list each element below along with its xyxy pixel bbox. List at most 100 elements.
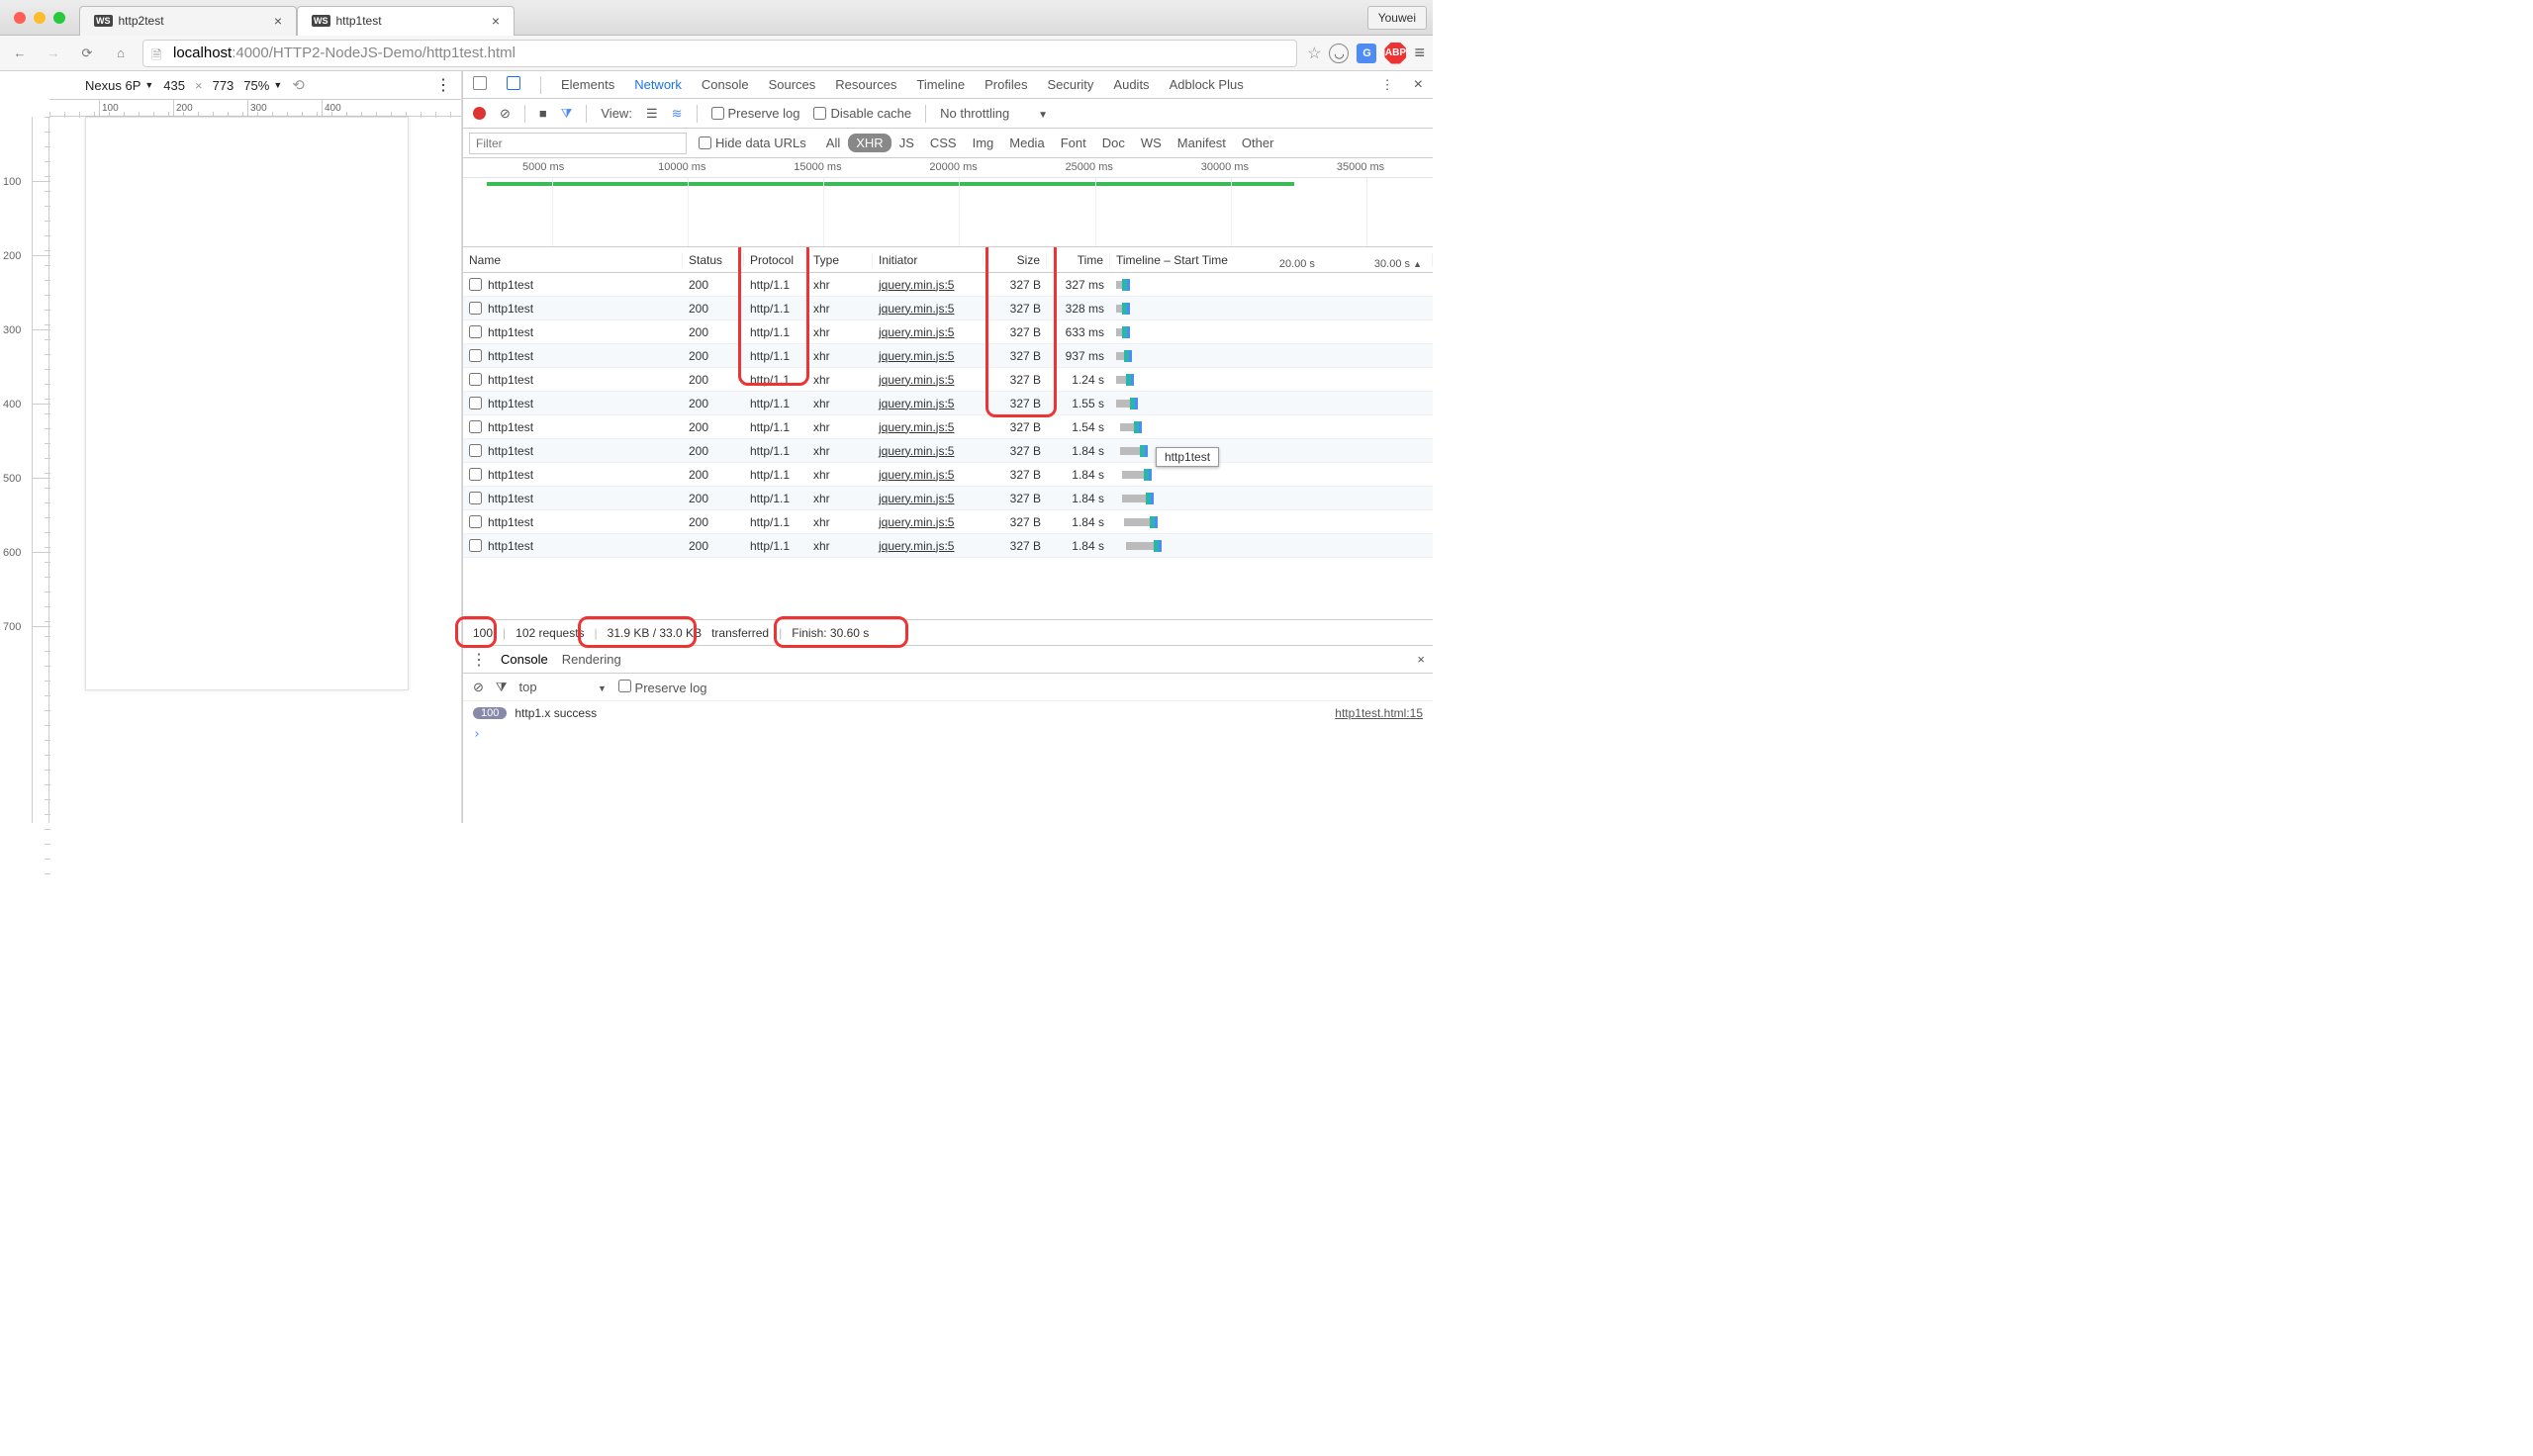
row-checkbox[interactable]	[469, 397, 482, 410]
row-checkbox[interactable]	[469, 373, 482, 386]
clear-console-icon[interactable]: ⊘	[473, 680, 484, 695]
console-log-line[interactable]: 100 http1.x success http1test.html:15	[463, 701, 1433, 725]
row-checkbox[interactable]	[469, 349, 482, 362]
row-checkbox[interactable]	[469, 468, 482, 481]
network-request-row[interactable]: http1test200http/1.1xhrjquery.min.js:532…	[463, 320, 1433, 344]
preserve-log-checkbox[interactable]: Preserve log	[711, 106, 800, 121]
devtools-tab-network[interactable]: Network	[634, 77, 682, 92]
log-source-link[interactable]: http1test.html:15	[1335, 706, 1423, 720]
devtools-tab-timeline[interactable]: Timeline	[916, 77, 965, 92]
device-select[interactable]: Nexus 6P ▼	[85, 78, 153, 93]
network-request-row[interactable]: http1test200http/1.1xhrjquery.min.js:532…	[463, 273, 1433, 297]
timeline-overview[interactable]: 5000 ms10000 ms15000 ms20000 ms25000 ms3…	[463, 158, 1433, 247]
reload-button[interactable]: ⟳	[75, 42, 99, 65]
forward-button[interactable]: →	[42, 42, 65, 65]
column-time[interactable]: Time	[1047, 253, 1110, 267]
devtools-tab-audits[interactable]: Audits	[1113, 77, 1149, 92]
disable-cache-checkbox[interactable]: Disable cache	[813, 106, 911, 121]
network-request-row[interactable]: http1test200http/1.1xhrjquery.min.js:532…	[463, 510, 1433, 534]
request-initiator[interactable]: jquery.min.js:5	[873, 515, 984, 529]
request-initiator[interactable]: jquery.min.js:5	[873, 278, 984, 292]
filter-type-manifest[interactable]: Manifest	[1170, 134, 1234, 152]
filter-type-xhr[interactable]: XHR	[848, 134, 891, 152]
filter-type-all[interactable]: All	[818, 134, 848, 152]
devtools-tab-profiles[interactable]: Profiles	[985, 77, 1027, 92]
filter-type-ws[interactable]: WS	[1133, 134, 1170, 152]
zoom-select[interactable]: 75% ▼	[243, 78, 282, 93]
request-initiator[interactable]: jquery.min.js:5	[873, 492, 984, 505]
view-list-icon[interactable]: ☰	[646, 106, 658, 122]
back-button[interactable]: ←	[8, 42, 32, 65]
request-initiator[interactable]: jquery.min.js:5	[873, 444, 984, 458]
network-request-row[interactable]: http1test200http/1.1xhrjquery.min.js:532…	[463, 534, 1433, 558]
request-initiator[interactable]: jquery.min.js:5	[873, 397, 984, 410]
request-initiator[interactable]: jquery.min.js:5	[873, 302, 984, 316]
console-filter-icon[interactable]: ⧩	[496, 680, 508, 695]
request-initiator[interactable]: jquery.min.js:5	[873, 420, 984, 434]
devtools-tab-security[interactable]: Security	[1047, 77, 1093, 92]
dock-menu-icon[interactable]: ⋮	[471, 650, 487, 670]
row-checkbox[interactable]	[469, 444, 482, 457]
url-input[interactable]: 🗎 localhost:4000/HTTP2-NodeJS-Demo/http1…	[142, 40, 1297, 67]
request-initiator[interactable]: jquery.min.js:5	[873, 468, 984, 482]
network-request-row[interactable]: http1test200http/1.1xhrjquery.min.js:532…	[463, 297, 1433, 320]
console-preserve-log-checkbox[interactable]: Preserve log	[618, 680, 707, 695]
row-checkbox[interactable]	[469, 515, 482, 528]
home-button[interactable]: ⌂	[109, 42, 133, 65]
close-tab-icon[interactable]: ×	[274, 13, 282, 29]
row-checkbox[interactable]	[469, 539, 482, 552]
filter-type-other[interactable]: Other	[1234, 134, 1282, 152]
rendering-tab[interactable]: Rendering	[562, 652, 621, 667]
view-waterfall-icon[interactable]: ≋	[672, 106, 683, 122]
profile-button[interactable]: Youwei	[1367, 6, 1427, 30]
column-size[interactable]: Size	[984, 253, 1047, 267]
filter-type-media[interactable]: Media	[1001, 134, 1052, 152]
request-initiator[interactable]: jquery.min.js:5	[873, 539, 984, 553]
browser-tab-http1test[interactable]: WS http1test ×	[297, 6, 515, 36]
network-request-row[interactable]: http1test200http/1.1xhrjquery.min.js:532…	[463, 415, 1433, 439]
record-icon[interactable]	[473, 107, 486, 120]
inspect-element-icon[interactable]	[473, 76, 487, 93]
row-checkbox[interactable]	[469, 420, 482, 433]
row-checkbox[interactable]	[469, 302, 482, 315]
filter-type-css[interactable]: CSS	[922, 134, 965, 152]
column-protocol[interactable]: Protocol	[744, 253, 807, 267]
emulated-viewport[interactable]	[85, 117, 409, 690]
network-request-row[interactable]: http1test200http/1.1xhrjquery.min.js:532…	[463, 344, 1433, 368]
devtools-tab-adblock-plus[interactable]: Adblock Plus	[1170, 77, 1244, 92]
row-checkbox[interactable]	[469, 492, 482, 504]
request-initiator[interactable]: jquery.min.js:5	[873, 349, 984, 363]
console-tab[interactable]: Console	[501, 652, 548, 667]
filter-icon[interactable]: ⧩	[561, 106, 573, 122]
bookmark-star-icon[interactable]: ☆	[1307, 44, 1321, 63]
device-menu-icon[interactable]: ⋮	[435, 75, 451, 95]
browser-menu-icon[interactable]: ≡	[1414, 43, 1425, 63]
device-mode-icon[interactable]	[507, 76, 520, 93]
column-timeline[interactable]: Timeline – Start Time 20.00 s 30.00 s ▲	[1110, 253, 1433, 267]
row-checkbox[interactable]	[469, 325, 482, 338]
minimize-window-icon[interactable]	[34, 12, 46, 24]
column-type[interactable]: Type	[807, 253, 873, 267]
console-prompt[interactable]: ›	[463, 725, 1433, 744]
filter-input[interactable]	[469, 133, 687, 154]
maximize-window-icon[interactable]	[53, 12, 65, 24]
request-initiator[interactable]: jquery.min.js:5	[873, 325, 984, 339]
browser-tab-http2test[interactable]: WS http2test ×	[79, 6, 297, 36]
network-request-row[interactable]: http1test200http/1.1xhrjquery.min.js:532…	[463, 392, 1433, 415]
adblock-extension-icon[interactable]: ABP	[1384, 43, 1406, 64]
close-console-dock-icon[interactable]: ×	[1417, 652, 1425, 667]
devtools-menu-icon[interactable]: ⋮	[1381, 77, 1394, 93]
hide-data-urls-checkbox[interactable]: Hide data URLs	[699, 136, 806, 150]
filter-type-js[interactable]: JS	[891, 134, 922, 152]
network-request-row[interactable]: http1test200http/1.1xhrjquery.min.js:532…	[463, 463, 1433, 487]
devtools-tab-elements[interactable]: Elements	[561, 77, 614, 92]
camera-icon[interactable]: ■	[539, 106, 547, 121]
filter-type-font[interactable]: Font	[1053, 134, 1094, 152]
network-request-row[interactable]: http1test200http/1.1xhrjquery.min.js:532…	[463, 487, 1433, 510]
close-window-icon[interactable]	[14, 12, 26, 24]
request-initiator[interactable]: jquery.min.js:5	[873, 373, 984, 387]
devtools-tab-sources[interactable]: Sources	[769, 77, 816, 92]
column-initiator[interactable]: Initiator	[873, 253, 984, 267]
devtools-tab-console[interactable]: Console	[702, 77, 749, 92]
close-tab-icon[interactable]: ×	[492, 13, 500, 29]
